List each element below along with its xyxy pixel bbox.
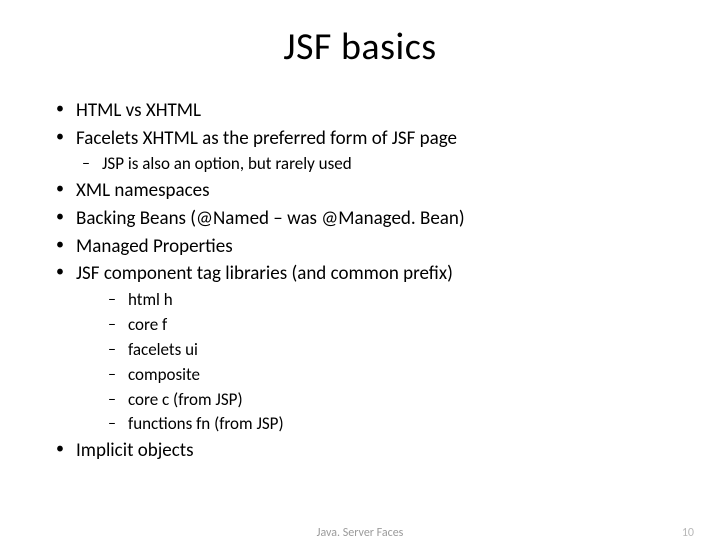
bullet-list: HTML vs XHTML Facelets XHTML as the pref… xyxy=(48,98,672,464)
list-item: Backing Beans (@Named – was @Managed. Be… xyxy=(48,206,672,232)
list-item: JSF component tag libraries (and common … xyxy=(48,261,672,287)
list-item: functions fn (from JSP) xyxy=(48,413,672,436)
list-item: JSP is also an option, but rarely used xyxy=(48,153,672,176)
list-item: Facelets XHTML as the preferred form of … xyxy=(48,126,672,152)
list-item: Implicit objects xyxy=(48,438,672,464)
list-item: composite xyxy=(48,364,672,387)
list-item: html h xyxy=(48,289,672,312)
footer-center-text: Java. Server Faces xyxy=(0,526,720,540)
slide: JSF basics HTML vs XHTML Facelets XHTML … xyxy=(0,0,720,540)
list-item: core c (from JSP) xyxy=(48,389,672,412)
list-item: HTML vs XHTML xyxy=(48,98,672,124)
slide-title: JSF basics xyxy=(48,24,672,70)
slide-content: HTML vs XHTML Facelets XHTML as the pref… xyxy=(48,98,672,464)
list-item: core f xyxy=(48,314,672,337)
list-item: XML namespaces xyxy=(48,178,672,204)
list-item: Managed Properties xyxy=(48,234,672,260)
list-item: facelets ui xyxy=(48,339,672,362)
page-number: 10 xyxy=(682,526,694,540)
